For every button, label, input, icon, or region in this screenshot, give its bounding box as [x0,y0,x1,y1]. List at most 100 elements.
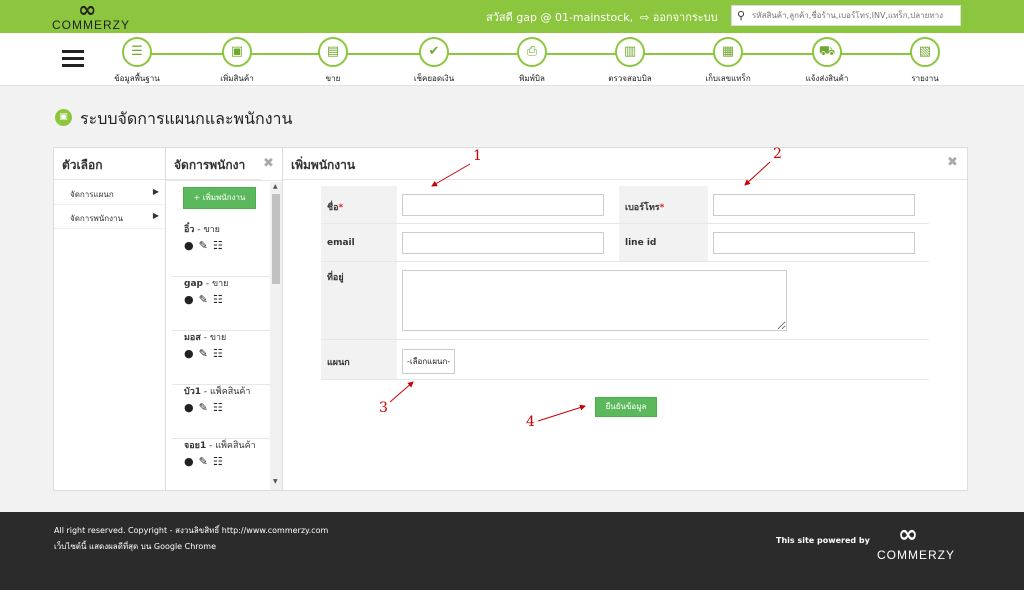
database-icon: ☰ [122,37,152,67]
logo[interactable]: ∞ COMMERZY [50,0,150,33]
trash-icon[interactable]: ☷ [213,401,223,414]
box-icon: ▣ [222,37,252,67]
footer-logo-text: COMMERZY [877,548,955,562]
scrollbar-thumb[interactable] [272,194,280,284]
trash-icon[interactable]: ☷ [213,455,223,468]
scroll-up-icon[interactable]: ▲ [273,183,278,190]
employee-actions: ● ✎ ☷ [184,401,228,414]
form-row: แผนก -เลือกแผนก- [321,340,929,380]
form-row: email line id [321,224,929,262]
annotation-3: 3 [379,400,388,416]
edit-icon[interactable]: ✎ [199,239,208,252]
nav-step-6[interactable]: ▦ เก็บเลขแทร็ก [683,37,773,85]
employee-name-text: gap [184,279,203,289]
employee-dept: - ขาย [202,279,229,289]
line-id-label: line id [619,224,708,261]
nav-step-label: เช็คยอดเงิน [413,74,455,83]
name-label-text: ชื่อ [327,203,339,213]
employee-dept: - ขาย [194,225,220,235]
logo-text: COMMERZY [52,18,130,32]
scroll-down-icon[interactable]: ▼ [273,478,278,485]
user-icon[interactable]: ● [184,401,194,414]
save-button[interactable]: ยืนยันข้อมูล [595,397,657,417]
barcode-scanner-icon: ▦ [713,37,743,67]
footer: All right reserved. Copyright - สงวนลิขส… [0,512,1024,590]
nav-step-2[interactable]: ▤ ขาย [288,37,378,85]
search-box: ⚲ [731,5,961,26]
employee-list-item: บัว1 - แพ็คสินค้า ● ✎ ☷ [172,384,272,439]
edit-icon[interactable]: ✎ [199,347,208,360]
nav-step-1[interactable]: ▣ เพิ่มสินค้า [192,37,282,85]
nav-step-label: ตรวจสอบบิล [608,74,652,83]
email-field[interactable] [402,232,604,254]
options-panel-title: ตัวเลือก [54,148,165,180]
employee-name: จอย1 - แพ็คสินค้า [184,438,256,452]
employee-dept: - แพ็คสินค้า [201,387,251,397]
edit-icon[interactable]: ✎ [199,401,208,414]
annotation-2: 2 [773,146,782,162]
logout-link[interactable]: ⇨ ออกจากระบบ [640,8,718,26]
user-icon[interactable]: ● [184,239,194,252]
nav-step-5[interactable]: ▥ ตรวจสอบบิล [585,37,675,85]
edit-icon[interactable]: ✎ [199,455,208,468]
nav-step-7[interactable]: ⛟ แจ้งส่งสินค้า [782,37,872,85]
hamburger-menu-icon[interactable] [62,50,84,68]
check-money-icon: ✔ [419,37,449,67]
search-input[interactable] [752,8,957,23]
top-bar: ∞ COMMERZY สวัสดี gap @ 01-mainstock, ⇨ … [0,0,1024,33]
user-icon[interactable]: ● [184,347,194,360]
phone-label: เบอร์โทร* [619,186,708,223]
employee-name: อิ๋ว - ขาย [184,222,220,236]
printer-icon: ⎙ [517,37,547,67]
scan-bill-icon: ▥ [615,37,645,67]
search-icon[interactable]: ⚲ [737,9,745,22]
department-select[interactable]: -เลือกแผนก- [402,349,456,374]
nav-step-4[interactable]: ⎙ พิมพ์บิล [487,37,577,85]
employee-list-item: อิ๋ว - ขาย ● ✎ ☷ [172,222,272,277]
employee-name: มอส - ขาย [184,330,226,344]
powered-by-text: This site powered by [776,536,870,545]
name-field[interactable] [402,194,604,216]
page-title-icon: ▣ [55,109,72,126]
staff-panel: จัดการพนักงา ✖ + เพิ่มพนักงาน อิ๋ว - ขาย… [166,148,283,490]
footer-logo[interactable]: ∞ COMMERZY [870,520,970,564]
user-icon[interactable]: ● [184,455,194,468]
staff-list-scrollbar[interactable]: ▲ ▼ [270,182,282,490]
employee-list-item: มอส - ขาย ● ✎ ☷ [172,330,272,385]
chevron-right-icon: ▶ [152,187,159,196]
nav-step-label: ขาย [325,74,341,83]
nav-step-8[interactable]: ▧ รายงาน [880,37,970,85]
divider [166,180,282,181]
department-label: แผนก [321,340,397,379]
employee-name-text: บัว1 [184,387,202,397]
employee-dept: - แพ็คสินค้า [206,441,256,451]
phone-field[interactable] [713,194,915,216]
employee-actions: ● ✎ ☷ [184,239,228,252]
trash-icon[interactable]: ☷ [213,293,223,306]
annotation-1: 1 [473,148,482,164]
workflow-nav: ☰ ข้อมูลพื้นฐาน ▣ เพิ่มสินค้า ▤ ขาย ✔ เช็คยอดเง… [0,33,1024,86]
nav-step-0[interactable]: ☰ ข้อมูลพื้นฐาน [92,37,182,85]
user-icon[interactable]: ● [184,293,194,306]
nav-step-label: เพิ่มสินค้า [220,74,254,83]
trash-icon[interactable]: ☷ [213,239,223,252]
close-icon[interactable]: ✖ [947,155,958,170]
employee-form: ชื่อ* เบอร์โทร* email line id ที่อยู่ แผ… [321,186,929,380]
greeting-text: สวัสดี gap @ 01-mainstock, [486,11,634,24]
name-label: ชื่อ* [321,186,397,223]
address-field[interactable] [402,270,787,331]
report-icon: ▧ [910,37,940,67]
employee-name-text: อิ๋ว [184,225,195,235]
menu-item-employees[interactable]: จัดการพนักงาน ▶ [54,205,165,229]
trash-icon[interactable]: ☷ [213,347,223,360]
cash-register-icon: ▤ [318,37,348,67]
edit-icon[interactable]: ✎ [199,293,208,306]
required-mark: * [338,203,344,213]
line-id-field[interactable] [713,232,915,254]
menu-item-departments[interactable]: จัดการแผนก ▶ [54,181,165,205]
menu-item-label: จัดการแผนก [70,190,114,199]
page-title: ระบบจัดการแผนกและพนักงาน [80,109,293,128]
nav-step-3[interactable]: ✔ เช็คยอดเงิน [389,37,479,85]
close-icon[interactable]: ✖ [263,156,274,171]
add-employee-button[interactable]: + เพิ่มพนักงาน [183,187,256,209]
